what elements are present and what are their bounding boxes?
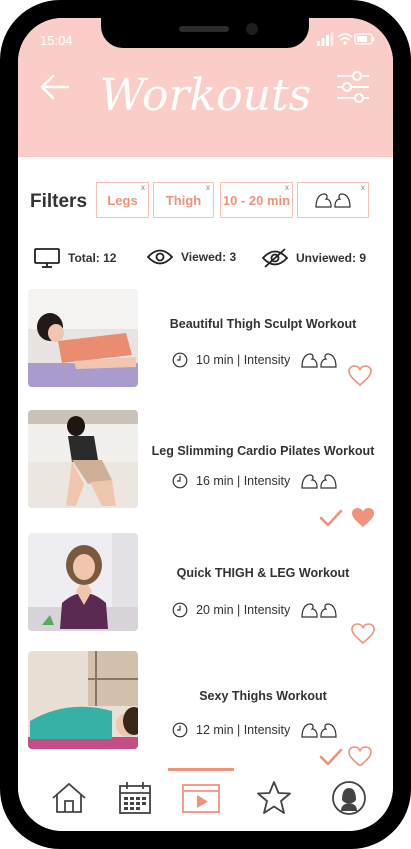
workout-meta: 12 min | Intensity: [172, 720, 338, 740]
chip-label: 10 - 20 min: [222, 192, 291, 208]
duration-intensity: 10 min | Intensity: [196, 353, 291, 367]
chip-label: Legs: [107, 192, 138, 208]
favorite-heart-icon[interactable]: [351, 623, 375, 645]
bottom-nav: [18, 766, 393, 831]
workout-meta: 10 min | Intensity: [172, 350, 338, 370]
viewed-count: Viewed: 3: [181, 250, 237, 264]
filters-row: Filters Legs x Thigh x 10 - 20 min x x: [30, 182, 385, 220]
workout-card[interactable]: Quick THIGH & LEG Workout 20 min | Inten…: [28, 533, 383, 645]
workout-title[interactable]: Quick THIGH & LEG Workout: [143, 566, 383, 580]
flexed-arms-icon: [301, 474, 337, 489]
workout-thumbnail[interactable]: [28, 289, 138, 387]
home-icon[interactable]: [49, 778, 89, 818]
viewed-stat: Viewed: 3: [147, 248, 236, 266]
unviewed-stat: Unviewed: 9: [262, 248, 366, 268]
duration-intensity: 12 min | Intensity: [196, 723, 291, 737]
active-tab-indicator: [168, 768, 234, 771]
flexed-arms-icon: [301, 723, 337, 738]
star-icon[interactable]: [254, 778, 294, 818]
viewed-check-icon[interactable]: [319, 747, 343, 767]
workout-thumbnail[interactable]: [28, 533, 138, 631]
chip-label: Thigh: [165, 192, 202, 208]
speaker-grille: [179, 26, 229, 32]
flexed-arms-icon: [301, 353, 337, 368]
status-icons: [317, 32, 375, 51]
remove-chip-icon[interactable]: x: [141, 183, 145, 192]
status-time: 15:04: [40, 33, 73, 48]
viewed-check-icon[interactable]: [319, 508, 343, 528]
workout-meta: 16 min | Intensity: [172, 471, 338, 491]
eye-slash-icon: [262, 248, 288, 268]
remove-chip-icon[interactable]: x: [206, 183, 210, 192]
workout-card[interactable]: Sexy Thighs Workout 12 min | Intensity: [28, 651, 383, 768]
remove-chip-icon[interactable]: x: [361, 183, 365, 192]
phone-frame: 15:04 Workouts Filters Legs x Thigh x 10…: [0, 0, 411, 849]
favorite-heart-filled-icon[interactable]: [351, 507, 375, 529]
filters-label: Filters: [30, 191, 88, 212]
workout-card[interactable]: Beautiful Thigh Sculpt Workout 10 min | …: [28, 289, 383, 391]
profile-icon[interactable]: [329, 778, 369, 818]
filter-settings-icon[interactable]: [335, 70, 371, 104]
total-count: Total: 12: [68, 251, 117, 265]
stats-row: Total: 12 Viewed: 3 Unviewed: 9: [34, 248, 379, 270]
workout-title[interactable]: Beautiful Thigh Sculpt Workout: [143, 317, 383, 331]
app-screen: 15:04 Workouts Filters Legs x Thigh x 10…: [18, 18, 393, 831]
filter-chip-duration[interactable]: 10 - 20 min x: [220, 182, 293, 218]
favorite-heart-icon[interactable]: [348, 365, 372, 387]
clock-icon: [172, 722, 188, 738]
workout-title[interactable]: Leg Slimming Cardio Pilates Workout: [143, 444, 383, 458]
workout-title[interactable]: Sexy Thighs Workout: [143, 689, 383, 703]
flexed-arms-icon: [315, 193, 351, 208]
remove-chip-icon[interactable]: x: [285, 183, 289, 192]
video-icon[interactable]: [181, 778, 221, 818]
workout-thumbnail[interactable]: [28, 410, 138, 508]
calendar-icon[interactable]: [115, 778, 155, 818]
workout-card[interactable]: Leg Slimming Cardio Pilates Workout 16 m…: [28, 410, 383, 527]
monitor-icon: [34, 248, 60, 268]
filter-chip-intensity[interactable]: x: [297, 182, 369, 218]
total-stat: Total: 12: [34, 248, 116, 268]
filter-chip-thigh[interactable]: Thigh x: [153, 182, 214, 218]
unviewed-count: Unviewed: 9: [296, 251, 367, 265]
camera-icon: [246, 23, 258, 35]
favorite-heart-icon[interactable]: [348, 746, 372, 768]
clock-icon: [172, 473, 188, 489]
duration-intensity: 16 min | Intensity: [196, 474, 291, 488]
clock-icon: [172, 602, 188, 618]
workout-thumbnail[interactable]: [28, 651, 138, 749]
flexed-arms-icon: [301, 603, 337, 618]
clock-icon: [172, 352, 188, 368]
duration-intensity: 20 min | Intensity: [196, 603, 291, 617]
filter-chip-legs[interactable]: Legs x: [96, 182, 149, 218]
phone-notch: [101, 18, 309, 48]
eye-icon: [147, 249, 173, 265]
workout-meta: 20 min | Intensity: [172, 600, 338, 620]
